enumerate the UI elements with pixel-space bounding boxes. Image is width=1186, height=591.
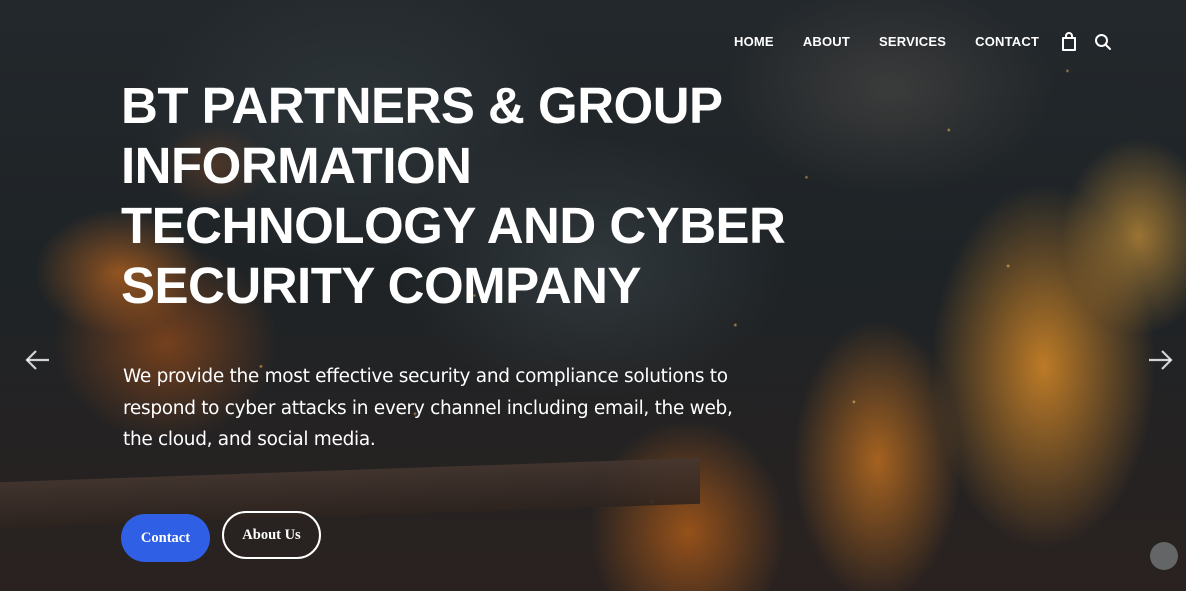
hero-headline: BT PARTNERS & GROUP INFORMATION TECHNOLO…: [121, 76, 801, 316]
background-plank: [0, 457, 700, 529]
nav-contact-link[interactable]: CONTACT: [975, 33, 1039, 51]
nav-services-link[interactable]: SERVICES: [879, 33, 946, 51]
headline-line: INFORMATION: [121, 137, 472, 194]
nav-icons: [1059, 31, 1127, 53]
description-line: We provide the most effective security a…: [123, 366, 728, 387]
headline-line: BT PARTNERS & GROUP: [121, 77, 723, 134]
about-us-button[interactable]: About Us: [222, 511, 321, 559]
nav-about-link[interactable]: ABOUT: [803, 33, 850, 51]
headline-line: TECHNOLOGY AND CYBER: [121, 197, 786, 254]
nav-home-link[interactable]: HOME: [734, 33, 774, 51]
description-line: the cloud, and social media.: [123, 429, 376, 450]
arrow-right-icon[interactable]: [1147, 349, 1173, 371]
chat-widget-icon[interactable]: [1150, 542, 1178, 570]
top-navigation: HOME ABOUT SERVICES CONTACT: [734, 33, 1068, 51]
headline-line: SECURITY COMPANY: [121, 257, 642, 314]
hero-section: HOME ABOUT SERVICES CONTACT BT PARTNERS …: [0, 0, 1186, 591]
hero-description: We provide the most effective security a…: [123, 361, 743, 456]
shopping-bag-icon[interactable]: [1059, 31, 1079, 53]
arrow-left-icon[interactable]: [25, 349, 51, 371]
description-line: respond to cyber attacks in every channe…: [123, 397, 733, 419]
search-icon[interactable]: [1093, 31, 1113, 53]
contact-button[interactable]: Contact: [121, 514, 210, 562]
